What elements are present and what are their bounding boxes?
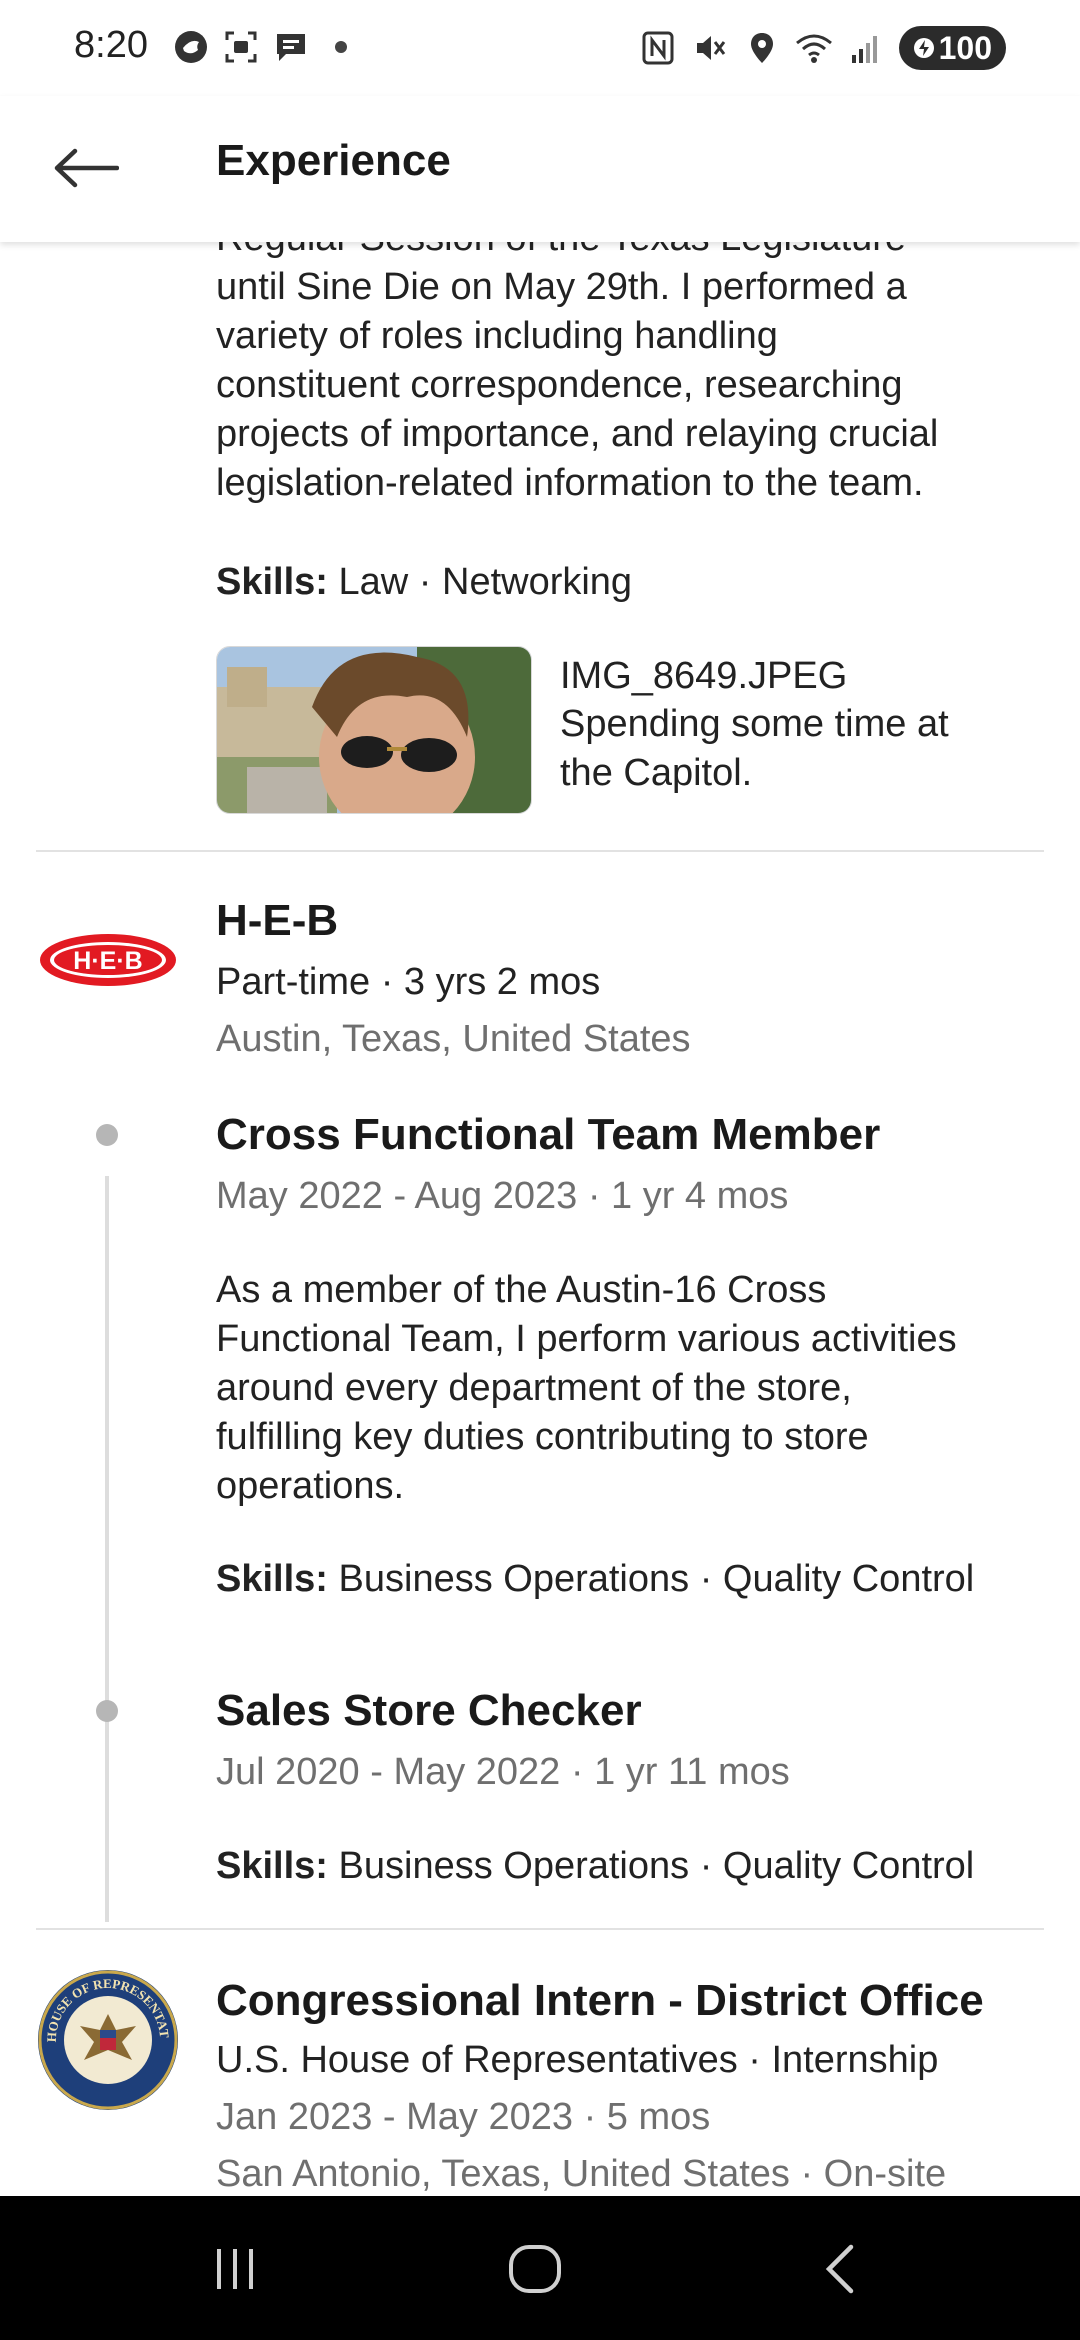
home-icon <box>509 2245 561 2293</box>
divider <box>36 850 1044 852</box>
recents-icon <box>217 2249 253 2289</box>
skills-value: Business Operations · Quality Control <box>338 1845 975 1887</box>
role-title[interactable]: Cross Functional Team Member <box>216 1110 880 1160</box>
system-back-button[interactable] <box>804 2234 874 2304</box>
role-description: As a member of the Austin-16 Cross Funct… <box>216 1266 1046 1511</box>
capitol-description: Regular Session of the Texas Legislature… <box>216 242 1036 508</box>
description-line: legislation-related information to the t… <box>216 462 924 504</box>
description-line: As a member of the Austin-16 Cross <box>216 1269 827 1311</box>
bird-icon <box>172 28 210 66</box>
skills-label: Skills: <box>216 561 328 603</box>
app-header: Experience <box>0 96 1080 242</box>
system-nav-bar <box>0 2196 1080 2340</box>
media-text: IMG_8649.JPEG Spending some time at the … <box>560 646 949 814</box>
description-line: Regular Session of the Texas Legislature <box>216 242 1036 263</box>
description-line: operations. <box>216 1465 405 1507</box>
position-dates: Jan 2023 - May 2023 · 5 mos <box>216 2096 711 2138</box>
recents-button[interactable] <box>200 2234 270 2304</box>
battery-level: 100 <box>938 29 992 66</box>
experience-list[interactable]: Regular Session of the Texas Legislature… <box>0 242 1080 2196</box>
mute-icon <box>691 29 729 67</box>
description-line: until Sine Die on May 29th. I performed … <box>216 266 907 308</box>
media-desc-line: Spending some time at <box>560 703 949 745</box>
divider <box>36 1928 1044 1930</box>
media-thumbnail[interactable] <box>216 646 532 814</box>
skills-value: Business Operations · Quality Control <box>338 1558 975 1600</box>
status-right-icons: 100 <box>639 26 1006 70</box>
status-left-icons <box>172 28 360 66</box>
status-time: 8:20 <box>74 24 148 66</box>
role-dates: Jul 2020 - May 2022 · 1 yr 11 mos <box>216 1751 790 1793</box>
role-skills: Skills: Business Operations · Quality Co… <box>216 1555 974 1603</box>
screenshot-icon <box>222 28 260 66</box>
page-title: Experience <box>216 136 451 185</box>
timeline-dot <box>96 1700 118 1722</box>
role-title[interactable]: Sales Store Checker <box>216 1686 642 1736</box>
location-icon <box>743 29 781 67</box>
position-title[interactable]: Congressional Intern - District Office <box>216 1976 984 2026</box>
timeline-dot <box>96 1124 118 1146</box>
back-button[interactable] <box>44 126 128 210</box>
media-title: IMG_8649.JPEG <box>560 655 848 697</box>
description-line: Functional Team, I perform various activ… <box>216 1318 957 1360</box>
arrow-left-icon <box>54 148 119 188</box>
description-line: projects of importance, and relaying cru… <box>216 413 939 455</box>
description-line: variety of roles including handling <box>216 315 778 357</box>
skills-value: Law · Networking <box>338 561 633 603</box>
back-icon <box>825 2244 854 2294</box>
description-line: constituent correspondence, researching <box>216 364 903 406</box>
battery-indicator: 100 <box>898 26 1006 70</box>
wifi-icon <box>795 29 833 67</box>
dot-icon <box>322 28 360 66</box>
heb-logo[interactable]: H·E·B <box>36 888 180 1032</box>
media-desc-line: the Capitol. <box>560 752 753 794</box>
role-skills: Skills: Business Operations · Quality Co… <box>216 1842 974 1890</box>
timeline-line <box>105 1176 109 1922</box>
media-attachment[interactable]: IMG_8649.JPEG Spending some time at the … <box>216 646 1016 814</box>
skills-label: Skills: <box>216 1558 328 1600</box>
capitol-skills: Skills: Law · Networking <box>216 558 632 606</box>
company-location: Austin, Texas, United States <box>216 1018 691 1060</box>
company-name[interactable]: H-E-B <box>216 896 338 946</box>
employment-type: Part-time · 3 yrs 2 mos <box>216 961 601 1003</box>
heb-logo-text: H·E·B <box>73 947 142 975</box>
house-seal-logo[interactable]: U.S. HOUSE OF REPRESENTATIVES <box>36 1968 180 2112</box>
position-location: San Antonio, Texas, United States · On-s… <box>216 2153 947 2195</box>
battery-saver-icon <box>913 38 934 58</box>
organization: U.S. House of Representatives · Internsh… <box>216 2039 939 2081</box>
description-line: around every department of the store, <box>216 1367 852 1409</box>
description-line: fulfilling key duties contributing to st… <box>216 1416 869 1458</box>
message-icon <box>272 28 310 66</box>
role-dates: May 2022 - Aug 2023 · 1 yr 4 mos <box>216 1175 789 1217</box>
home-button[interactable] <box>500 2234 570 2304</box>
signal-icon <box>847 29 885 67</box>
status-bar: 8:20 100 <box>0 0 1080 96</box>
skills-label: Skills: <box>216 1845 328 1887</box>
nfc-icon <box>639 29 677 67</box>
